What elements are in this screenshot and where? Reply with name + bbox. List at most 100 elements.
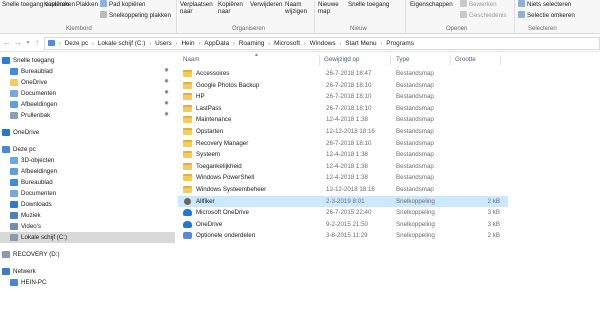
breadcrumb-item[interactable]: AppData — [204, 40, 229, 47]
documents-icon — [10, 90, 18, 97]
address-bar[interactable]: › Deze pc › Lokale schijf (C:) › Users › Hein › A… — [44, 37, 600, 50]
breadcrumb-separator-icon[interactable]: › — [304, 41, 306, 47]
select-none-button[interactable]: Niets selecteren — [518, 0, 571, 8]
nav-item[interactable]: Downloads — [0, 199, 175, 210]
forward-icon[interactable]: → — [13, 38, 23, 48]
nav-item[interactable]: Video's — [0, 221, 175, 232]
file-type: Snelkoppeling — [396, 197, 435, 205]
copy-path-button[interactable]: Pad kopiëren — [100, 0, 145, 8]
file-name: Windows Systeembeheer — [196, 186, 267, 193]
file-row[interactable]: Google Photos Backup 26-7-2018 18:10 Besta… — [178, 80, 508, 92]
file-row[interactable]: OneDrive 9-2-2015 21:50 Snelkoppeling 3 kB — [178, 219, 508, 231]
nav-item[interactable]: 3D-objecten — [0, 155, 175, 166]
up-icon[interactable]: ↑ — [32, 38, 42, 48]
file-row[interactable]: HP 26-7-2018 18:10 Bestandsmap — [178, 91, 508, 103]
file-row[interactable]: Accessoires 26-7-2018 18:47 Bestandsmap — [178, 68, 508, 80]
nav-item[interactable]: Afbeeldingen ✸ — [0, 99, 175, 110]
file-row[interactable]: LastPass 26-7-2018 18:10 Bestandsmap — [178, 103, 508, 115]
nav-item-label: Bureaublad — [21, 68, 53, 75]
move-to-button[interactable]: Verplaatsen naar — [180, 1, 214, 15]
breadcrumb-separator-icon[interactable]: › — [149, 41, 151, 47]
nav-item[interactable]: Documenten ✸ — [0, 88, 175, 99]
pin-icon: ✸ — [164, 112, 170, 118]
history-button[interactable]: Geschiedenis — [460, 11, 507, 19]
nav-item[interactable]: ∨Snelle toegang — [0, 55, 175, 66]
breadcrumb-separator-icon[interactable]: › — [59, 41, 61, 47]
nav-item[interactable]: Prullenbak ✸ — [0, 110, 175, 121]
file-row[interactable]: Windows Systeembeheer 12-12-2018 18:16 Bes… — [178, 184, 508, 196]
computer-icon — [10, 279, 18, 286]
nav-item-label: Lokale schijf (C:) — [21, 234, 68, 241]
breadcrumb-item[interactable]: Windows — [310, 40, 336, 47]
desktop-icon — [10, 68, 18, 75]
new-folder-label: Nieuwe map — [318, 1, 339, 15]
nav-item[interactable]: Muziek — [0, 210, 175, 221]
paste-button[interactable]: Plakken — [76, 1, 98, 8]
column-header-name[interactable]: Naam — [183, 56, 200, 63]
file-row[interactable]: Toegankelijkheid 12-4-2018 1:38 Bestandsma… — [178, 161, 508, 173]
file-row[interactable]: Opstarten 12-12-2018 18:16 Bestandsmap — [178, 126, 508, 138]
nav-item[interactable]: ›RECOVERY (D:) — [0, 249, 175, 260]
file-date: 26-7-2018 18:10 — [326, 81, 372, 89]
file-row[interactable]: Recovery Manager 26-7-2018 18:10 Bestandsm… — [178, 138, 508, 150]
nav-item[interactable]: ∨Deze pc — [0, 144, 175, 155]
breadcrumb-item[interactable]: Microsoft — [274, 40, 300, 47]
file-row[interactable]: Maintenance 12-4-2018 1:38 Bestandsmap — [178, 114, 508, 126]
ribbon-separator — [314, 0, 315, 33]
file-row[interactable]: Allfiker 2-3-2019 8:01 Snelkoppeling 2 kB — [178, 195, 508, 208]
nav-item[interactable]: Afbeeldingen — [0, 166, 175, 177]
column-divider — [390, 55, 391, 65]
nav-item[interactable]: OneDrive ✸ — [0, 77, 175, 88]
file-row[interactable]: Optionele onderdelen 3-8-2015 11:29 Snelko… — [178, 230, 508, 242]
file-name: Optionele onderdelen — [196, 232, 256, 240]
nav-item[interactable]: Bureaublad ✸ — [0, 66, 175, 77]
nav-item[interactable]: ∨Netwerk — [0, 266, 175, 277]
breadcrumb-separator-icon[interactable]: › — [340, 41, 342, 47]
file-size: 3 kB — [487, 209, 500, 217]
file-row[interactable]: Windows PowerShell 12-4-2018 1:38 Bestands… — [178, 172, 508, 184]
file-date: 26-7-2015 22:40 — [326, 209, 372, 217]
file-row[interactable]: Systeem 12-4-2018 1:38 Bestandsmap — [178, 149, 508, 161]
pin-icon: ✸ — [164, 79, 170, 85]
back-icon[interactable]: ← — [2, 38, 12, 48]
star-icon — [2, 57, 10, 64]
breadcrumb-separator-icon[interactable]: › — [199, 41, 201, 47]
file-size: 2 kB — [487, 232, 500, 240]
invert-selection-button[interactable]: Selectie omkeren — [518, 11, 575, 19]
column-header-size[interactable]: Grootte — [455, 56, 476, 63]
breadcrumb-separator-icon[interactable]: › — [268, 41, 270, 47]
drive-icon — [10, 234, 18, 241]
breadcrumb-item[interactable]: Roaming — [239, 40, 265, 47]
nav-item[interactable]: Documenten — [0, 188, 175, 199]
breadcrumb-item[interactable]: Lokale schijf (C:) — [98, 40, 146, 47]
breadcrumb-item[interactable]: Programs — [386, 40, 414, 47]
rename-button[interactable]: Naam wijzigen — [285, 1, 313, 15]
ribbon-separator — [405, 0, 406, 33]
copy-button[interactable]: Kopiëren — [44, 1, 69, 8]
breadcrumb-item[interactable]: Deze pc — [65, 40, 88, 47]
breadcrumb-item[interactable]: Start Menu — [345, 40, 376, 47]
breadcrumb-separator-icon[interactable]: › — [233, 41, 235, 47]
column-header-date[interactable]: Gewijzigd op — [324, 56, 359, 63]
copy-to-button[interactable]: Kopiëren naar — [218, 1, 248, 15]
breadcrumb-separator-icon[interactable]: › — [92, 41, 94, 47]
nav-item[interactable]: Bureaublad — [0, 177, 175, 188]
nav-item[interactable]: ›OneDrive — [0, 127, 175, 138]
breadcrumb-item[interactable]: Hein — [181, 40, 194, 47]
nav-item[interactable]: Lokale schijf (C:) — [0, 232, 175, 243]
delete-button[interactable]: Verwijderen — [250, 1, 282, 8]
sort-ascending-icon: ▲ — [254, 52, 259, 58]
breadcrumb-separator-icon[interactable]: › — [176, 41, 178, 47]
column-header-type[interactable]: Type — [396, 56, 409, 63]
download-icon — [10, 201, 18, 208]
edit-button[interactable]: Bewerken — [460, 0, 497, 8]
file-row[interactable]: Microsoft OneDrive 26-7-2015 22:40 Snelkop… — [178, 207, 508, 219]
easy-access-button[interactable]: Snelle toegang — [348, 1, 389, 8]
new-folder-button[interactable]: Nieuwe map — [318, 1, 342, 15]
nav-item[interactable]: HEIN-PC — [0, 277, 175, 288]
open-group-label: Openen — [446, 26, 468, 32]
properties-button[interactable]: Eigenschappen — [410, 1, 453, 8]
breadcrumb-item[interactable]: Users — [155, 40, 172, 47]
paste-shortcut-button[interactable]: Snelkoppeling plakken — [100, 11, 171, 19]
breadcrumb-separator-icon[interactable]: › — [381, 41, 383, 47]
